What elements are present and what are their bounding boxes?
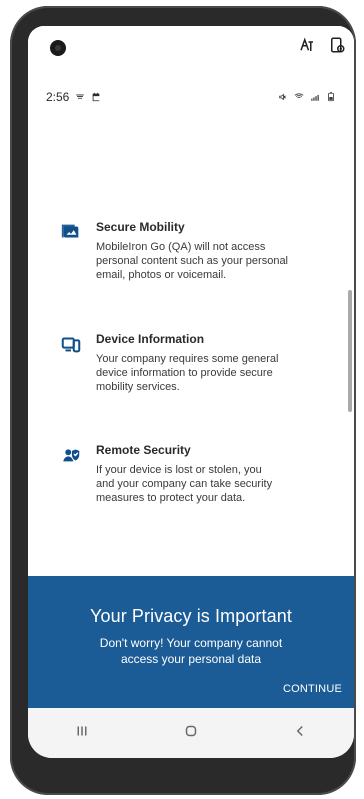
content-area: Secure Mobility MobileIron Go (QA) will …: [28, 136, 354, 576]
wifi-icon: [294, 92, 304, 102]
back-icon: [291, 722, 309, 745]
feature-description: If your device is lost or stolen, you an…: [96, 464, 273, 504]
devices-icon: [60, 333, 82, 355]
feature-title: Device Information: [96, 332, 205, 346]
top-area: 2:56: [28, 26, 354, 136]
battery-icon: [326, 92, 336, 102]
phone-screen: 2:56 Secure Mobility MobileIron Go (QA) …: [28, 26, 354, 758]
notification-icon: [75, 92, 85, 102]
feature-description: Your company requires some general devic…: [96, 353, 279, 393]
top-right-icons: [298, 36, 346, 54]
feature-title: Remote Security: [96, 443, 191, 457]
vertical-scrollbar[interactable]: [348, 290, 352, 412]
mute-icon: [278, 92, 288, 102]
status-right: [278, 92, 336, 102]
status-left: 2:56: [46, 90, 101, 104]
screen-share-icon: [328, 36, 346, 54]
user-shield-icon: [60, 444, 82, 466]
privacy-subtext: Don't worry! Your company cannot access …: [99, 636, 283, 666]
feature-device-information: Device Information Your company requires…: [60, 332, 330, 394]
signal-icon: [310, 92, 320, 102]
home-button[interactable]: [169, 716, 213, 750]
feature-remote-security: Remote Security If your device is lost o…: [60, 443, 330, 505]
recent-apps-button[interactable]: [60, 716, 104, 750]
calendar-icon: [91, 92, 101, 102]
system-navigation-bar: [28, 708, 354, 758]
continue-button[interactable]: CONTINUE: [283, 683, 342, 695]
status-time: 2:56: [46, 90, 70, 104]
status-bar: 2:56: [46, 88, 336, 106]
feature-text: Device Information Your company requires…: [96, 332, 278, 394]
feature-description: MobileIron Go (QA) will not access perso…: [96, 241, 289, 281]
feature-title: Secure Mobility: [96, 220, 185, 234]
feature-text: Secure Mobility MobileIron Go (QA) will …: [96, 220, 288, 282]
feature-secure-mobility: Secure Mobility MobileIron Go (QA) will …: [60, 220, 330, 282]
recent-apps-icon: [73, 722, 91, 745]
text-size-icon: [298, 36, 316, 54]
back-button[interactable]: [278, 716, 322, 750]
privacy-panel: Your Privacy is Important Don't worry! Y…: [28, 576, 354, 708]
feature-text: Remote Security If your device is lost o…: [96, 443, 272, 505]
home-icon: [182, 722, 200, 745]
front-camera: [50, 40, 66, 56]
privacy-headline: Your Privacy is Important: [90, 606, 292, 626]
photos-icon: [60, 221, 82, 243]
